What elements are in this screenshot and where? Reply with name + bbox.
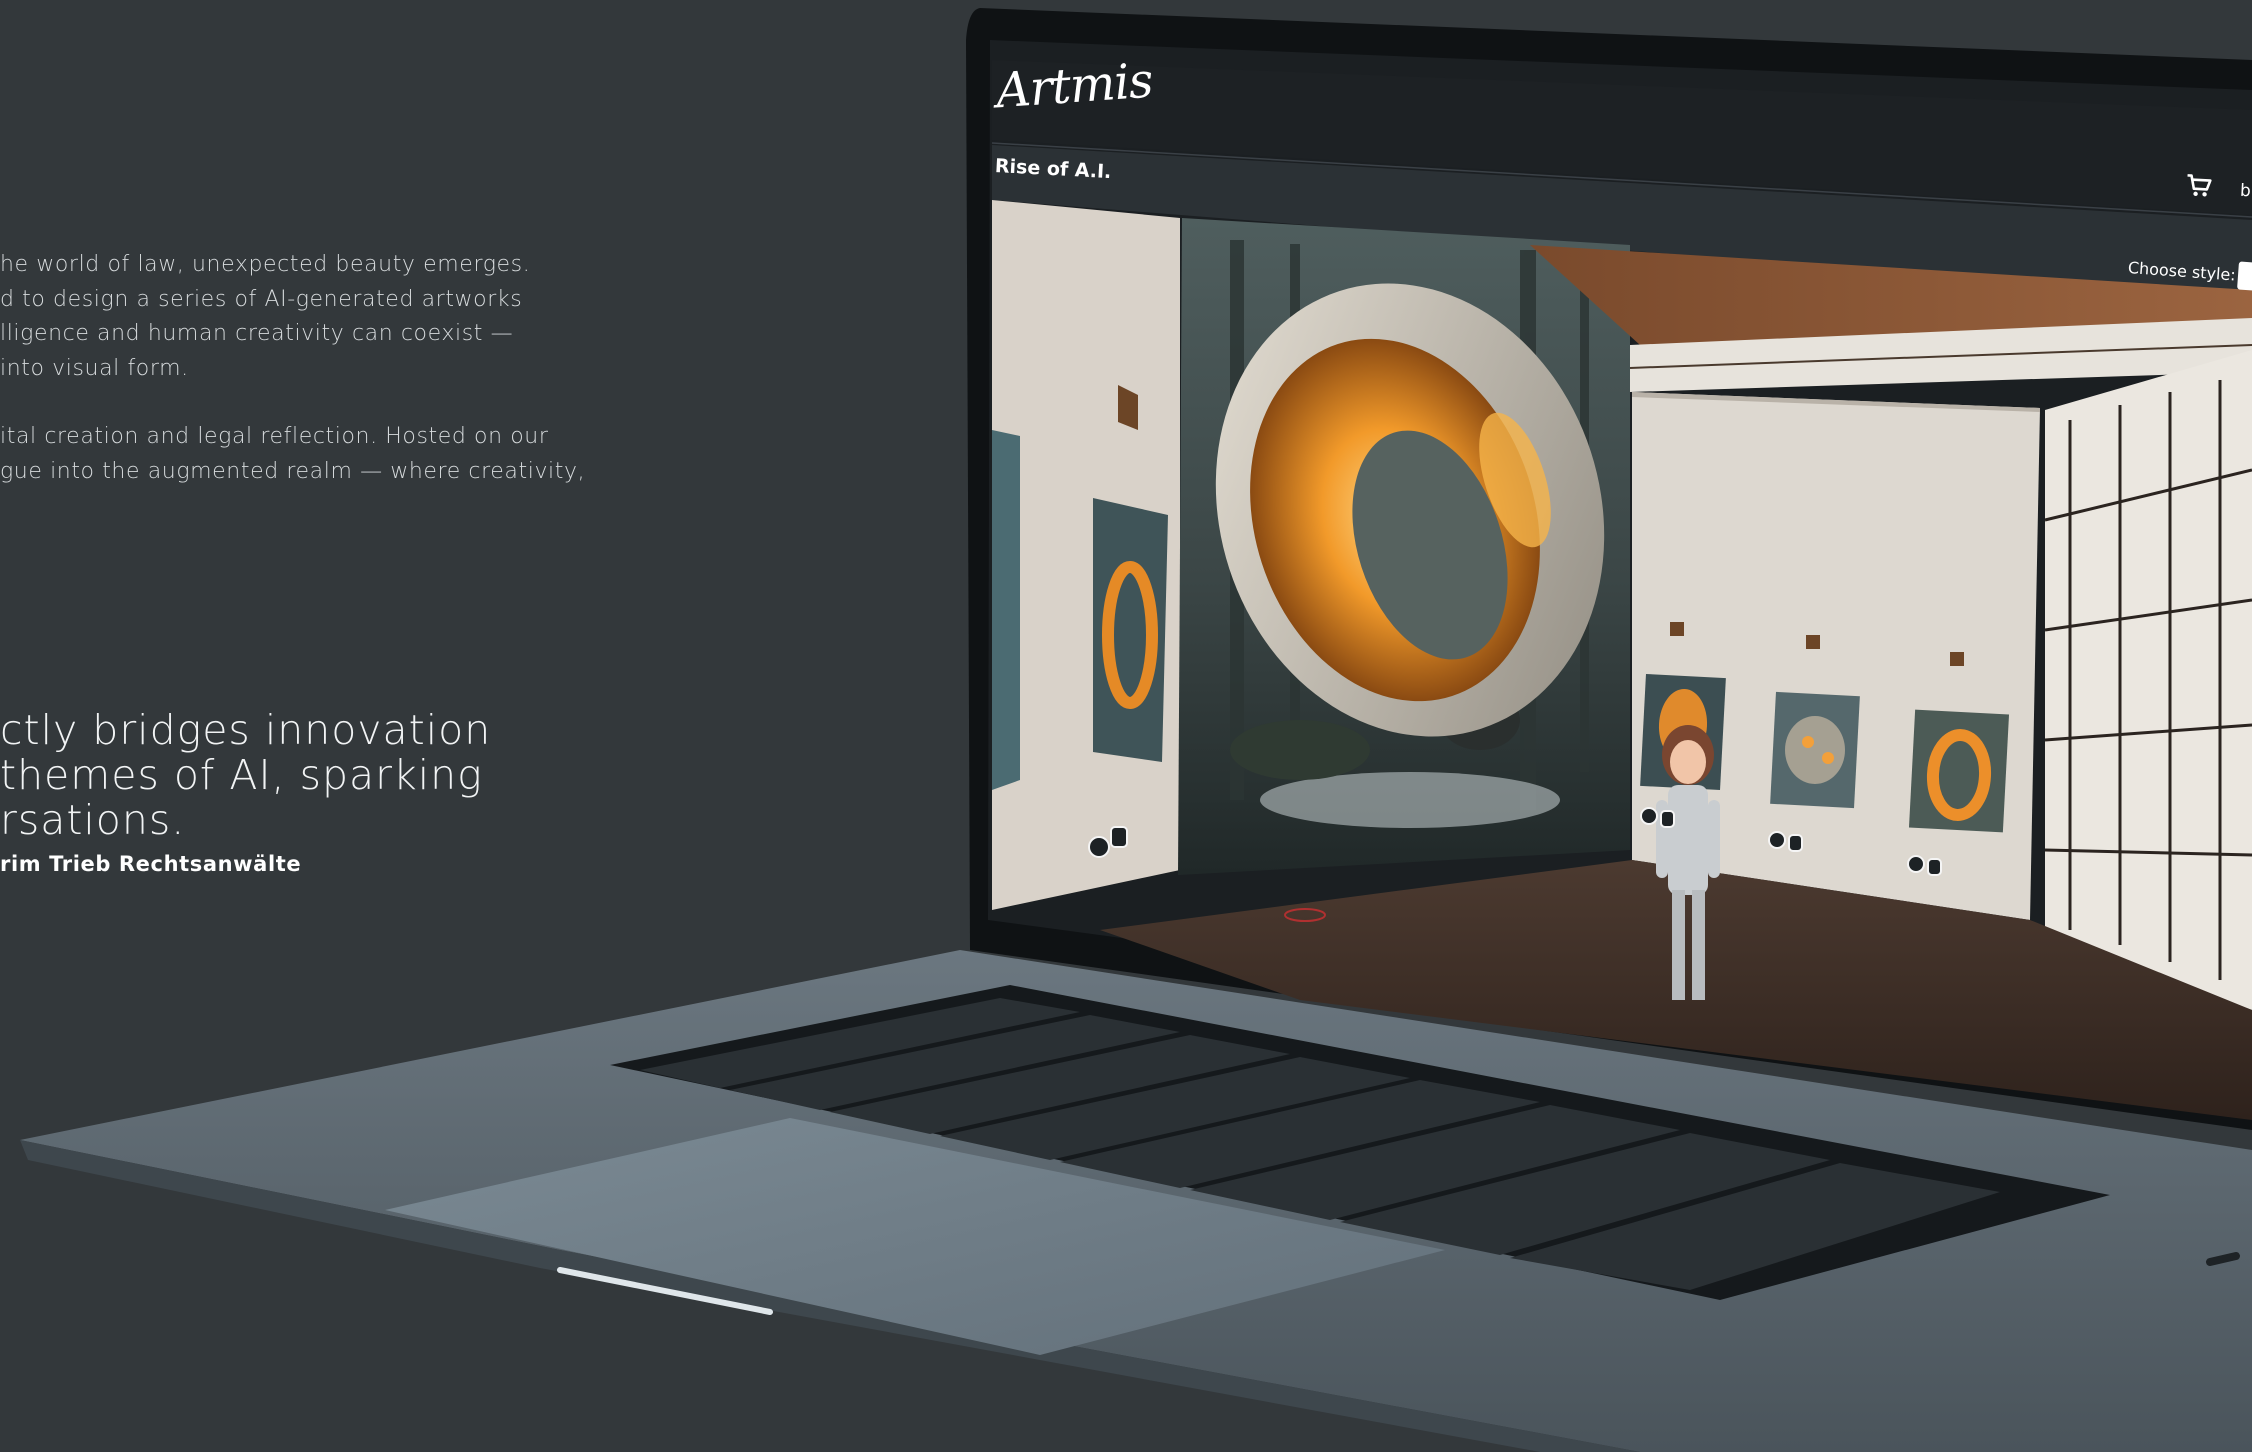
like-button-2[interactable] — [1768, 831, 1786, 849]
laptop-mockup — [20, 8, 2252, 1452]
info-button-left[interactable] — [1110, 826, 1128, 848]
like-button-3[interactable] — [1907, 855, 1925, 873]
like-button-1[interactable] — [1640, 807, 1658, 825]
style-select[interactable] — [2237, 261, 2252, 291]
cart-icon[interactable] — [2185, 173, 2212, 198]
info-button-1[interactable] — [1660, 810, 1675, 828]
info-button-3[interactable] — [1927, 858, 1942, 876]
info-button-2[interactable] — [1788, 834, 1803, 852]
like-button-left[interactable] — [1088, 836, 1110, 858]
app-logo[interactable]: Artmis — [994, 53, 1154, 120]
header-right-text[interactable]: b — [2239, 181, 2251, 202]
